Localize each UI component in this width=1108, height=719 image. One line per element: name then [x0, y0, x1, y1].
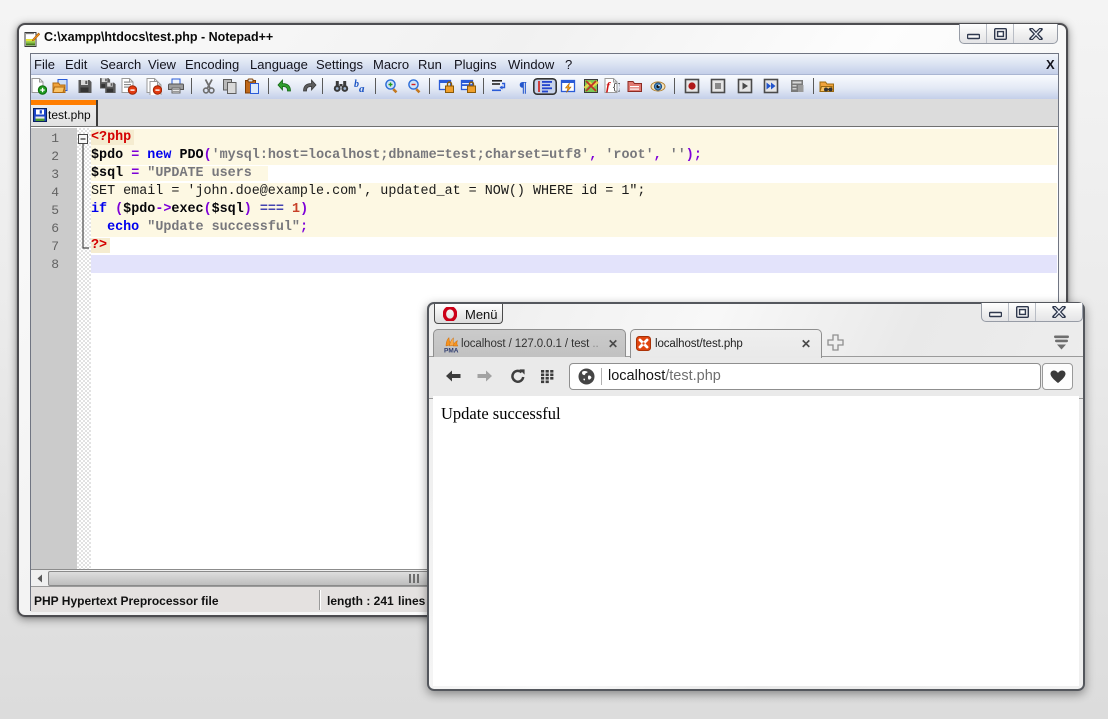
svg-text:¶: ¶	[519, 80, 527, 96]
svg-text:a: a	[359, 83, 365, 95]
svg-text:PMA: PMA	[444, 348, 459, 354]
svg-text:{}: {}	[612, 83, 620, 93]
